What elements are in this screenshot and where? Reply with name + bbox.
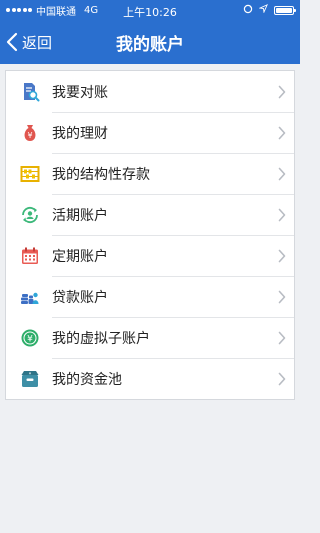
chevron-right-icon — [278, 249, 286, 263]
menu-item-loan-account[interactable]: 贷款账户 — [6, 276, 294, 317]
back-label: 返回 — [22, 33, 53, 52]
rotation-lock-icon — [243, 4, 253, 17]
chevron-left-icon — [6, 32, 18, 52]
menu-item-reconciliation[interactable]: 我要对账 — [6, 71, 294, 112]
calendar-icon — [20, 246, 40, 266]
chevron-right-icon — [278, 208, 286, 222]
menu-item-label: 我的结构性存款 — [52, 166, 150, 183]
network-type: 4G — [84, 4, 99, 16]
menu-item-virtual-subaccount[interactable]: ¥ 我的虚拟子账户 — [6, 317, 294, 358]
back-button[interactable]: 返回 — [6, 20, 52, 64]
signal-strength-icon — [6, 8, 32, 12]
location-icon — [258, 4, 268, 16]
svg-text:¥: ¥ — [27, 334, 33, 344]
chevron-right-icon — [278, 85, 286, 99]
chevron-right-icon — [278, 290, 286, 304]
menu-item-current-account[interactable]: 活期账户 — [6, 194, 294, 235]
abacus-icon — [20, 164, 40, 184]
menu-item-fund-pool[interactable]: ¥ 我的资金池 — [6, 358, 294, 399]
menu-item-label: 我的资金池 — [52, 371, 122, 388]
chevron-right-icon — [278, 372, 286, 386]
coins-user-icon — [20, 287, 40, 307]
money-bag-icon: ¥ — [20, 123, 40, 143]
money-box-icon: ¥ — [20, 369, 40, 389]
chevron-right-icon — [278, 167, 286, 181]
carrier-name: 中国联通 — [36, 6, 76, 18]
user-refresh-icon — [20, 205, 40, 225]
menu-item-label: 我的虚拟子账户 — [52, 330, 150, 347]
document-search-icon — [20, 82, 40, 102]
chevron-right-icon — [278, 331, 286, 345]
menu-item-label: 我的理财 — [52, 125, 108, 142]
account-menu-list: 我要对账 ¥ 我的理财 我的结构性存款 活期账户 定期账户 贷款账户 ¥ 我的虚… — [5, 70, 295, 400]
menu-item-label: 定期账户 — [52, 248, 108, 265]
chevron-right-icon — [278, 126, 286, 140]
menu-item-label: 活期账户 — [52, 207, 108, 224]
menu-item-wealth[interactable]: ¥ 我的理财 — [6, 112, 294, 153]
menu-item-fixed-account[interactable]: 定期账户 — [6, 235, 294, 276]
menu-item-label: 贷款账户 — [52, 289, 108, 306]
status-bar: 中国联通 4G 上午10:26 — [0, 0, 300, 20]
menu-item-structured-deposit[interactable]: 我的结构性存款 — [6, 153, 294, 194]
yuan-coin-icon: ¥ — [20, 328, 40, 348]
svg-text:¥: ¥ — [27, 131, 32, 140]
battery-icon — [274, 5, 296, 15]
header: 中国联通 4G 上午10:26 返回 我的账户 — [0, 0, 300, 64]
nav-bar: 返回 我的账户 — [0, 20, 300, 64]
menu-item-label: 我要对账 — [52, 84, 108, 101]
